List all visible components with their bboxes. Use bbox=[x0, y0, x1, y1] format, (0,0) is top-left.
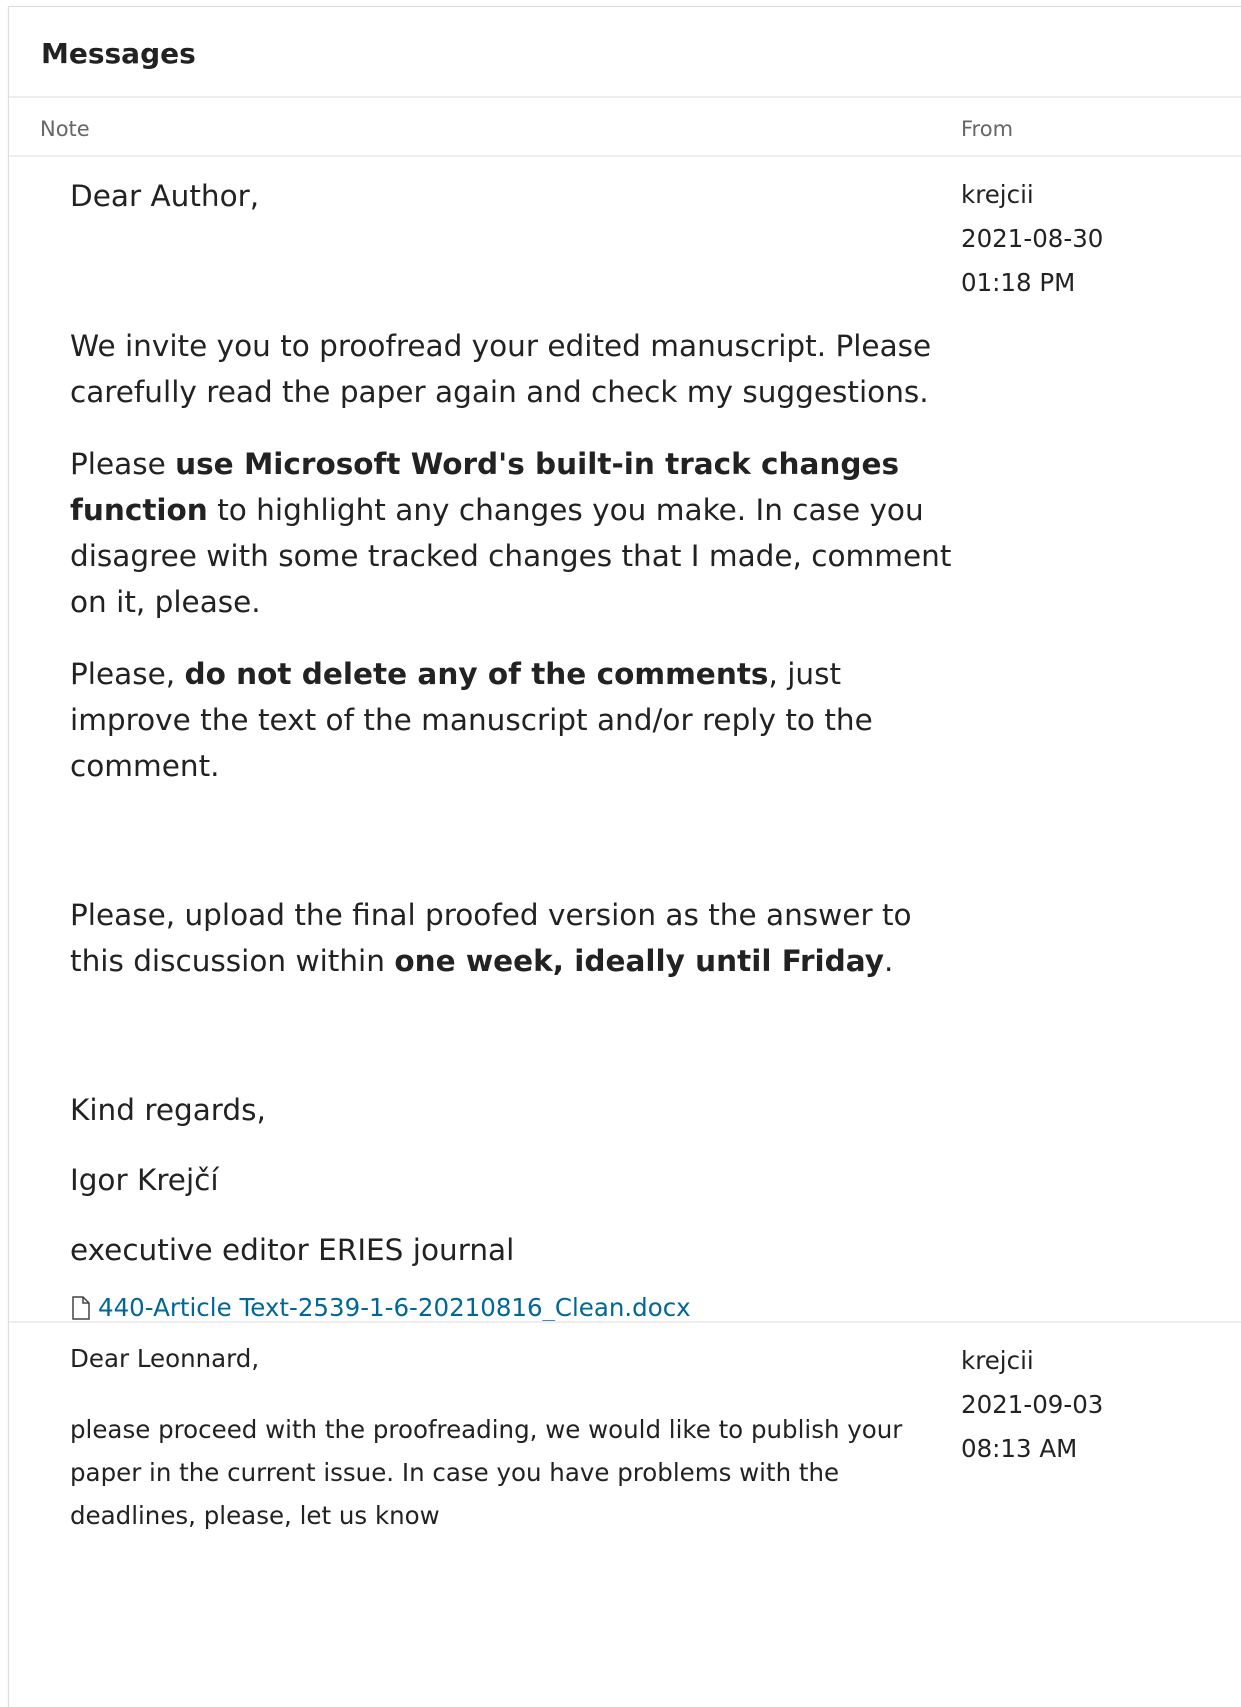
message-paragraph: Please, do not delete any of the comment… bbox=[70, 657, 873, 783]
from-user: krejcii bbox=[961, 1346, 1034, 1375]
from-user: krejcii bbox=[961, 180, 1034, 209]
divider bbox=[9, 155, 1241, 157]
panel-title: Messages bbox=[41, 37, 196, 70]
from-date: 2021-08-30 bbox=[961, 224, 1104, 253]
column-header-from: From bbox=[961, 117, 1014, 141]
message-paragraph: Please use Microsoft Word's built-in tra… bbox=[70, 447, 952, 619]
file-icon bbox=[72, 1296, 90, 1320]
divider bbox=[9, 96, 1241, 98]
message-note: Dear Leonnard, please proceed with the p… bbox=[70, 1337, 970, 1537]
from-date: 2021-09-03 bbox=[961, 1390, 1104, 1419]
message-paragraph: Igor Krejčí bbox=[70, 1163, 219, 1197]
message-paragraph: please proceed with the proofreading, we… bbox=[70, 1415, 903, 1530]
message-from: krejcii 2021-09-03 08:13 AM bbox=[961, 1339, 1103, 1471]
message-paragraph: executive editor ERIES journal bbox=[70, 1233, 515, 1267]
message-paragraph: Please, upload the final proofed version… bbox=[70, 898, 912, 978]
message-from: krejcii 2021-08-30 01:18 PM bbox=[961, 173, 1103, 305]
divider bbox=[9, 1321, 1241, 1323]
message-note: Dear Author, We invite you to proofread … bbox=[70, 173, 970, 1324]
message-paragraph: We invite you to proofread your edited m… bbox=[70, 329, 932, 409]
from-time: 01:18 PM bbox=[961, 268, 1076, 297]
from-time: 08:13 AM bbox=[961, 1434, 1078, 1463]
message-paragraph: Kind regards, bbox=[70, 1093, 266, 1127]
message-greeting: Dear Leonnard, bbox=[70, 1344, 260, 1373]
attachment-link[interactable]: 440-Article Text-2539-1-6-20210816_Clean… bbox=[70, 1292, 970, 1324]
messages-panel: Messages Note From Dear Author, We invit… bbox=[8, 6, 1241, 1707]
attachment-filename[interactable]: 440-Article Text-2539-1-6-20210816_Clean… bbox=[98, 1292, 691, 1324]
message-greeting: Dear Author, bbox=[70, 179, 260, 213]
column-header-note: Note bbox=[40, 117, 90, 141]
